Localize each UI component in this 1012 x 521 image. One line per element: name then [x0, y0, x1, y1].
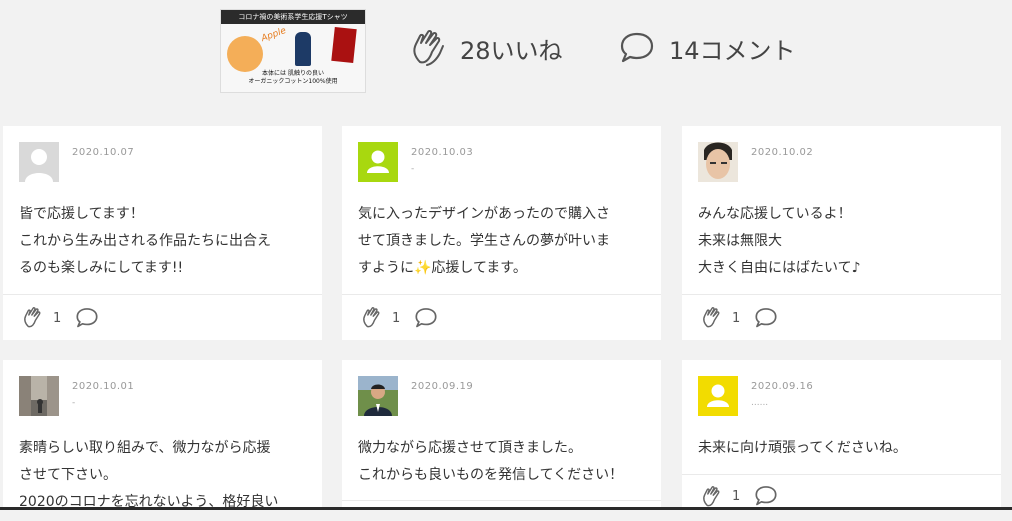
avatar[interactable] [19, 142, 59, 182]
comment-text: 未来に向け頑張ってくださいね。 [698, 435, 988, 462]
comment-card: 2020.10.01 - 素晴らしい取り組みで、微力ながら応援 させて下さい。 … [3, 360, 322, 510]
thumbnail-red-card [331, 26, 357, 64]
comment-date: 2020.10.03 [411, 147, 474, 158]
comment-line: 2020のコロナを忘れないよう、格好良い [19, 494, 279, 510]
comment-date: 2020.10.07 [72, 147, 135, 158]
comments-stat[interactable]: 14コメント [619, 28, 796, 68]
comment-line: 大きく自由にはばたいて♪ [698, 260, 861, 276]
thumbnail-figure [295, 32, 311, 66]
comment-text: 微力ながら応援させて頂きました。 これからも良いものを発信してください！ [358, 435, 648, 489]
comment-text: 気に入ったデザインがあったので購入さ せて頂きました。学生さんの夢が叶いま すよ… [358, 201, 648, 282]
clap-icon[interactable] [700, 485, 724, 509]
thumbnail-footer-line2: オーガニックコットン100%使用 [248, 78, 338, 85]
like-count: 1 [732, 310, 741, 326]
card-actions: 1 [682, 294, 1001, 341]
clap-icon[interactable] [21, 306, 45, 330]
comment-line: 素晴らしい取り組みで、微力ながら応援 [19, 440, 271, 456]
comment-date: 2020.10.02 [751, 147, 814, 158]
thumbnail-brand: Apple [260, 25, 288, 45]
commenter-name[interactable]: - [72, 398, 75, 408]
card-actions: 1 [342, 294, 661, 341]
likes-stat[interactable]: 28いいね [410, 28, 563, 68]
comment-card: 2020.09.19 微力ながら応援させて頂きました。 これからも良いものを発信… [342, 360, 661, 510]
comment-line: 微力ながら応援させて頂きました。 [358, 440, 582, 456]
project-thumbnail[interactable]: コロナ禍の美術系学生応援Tシャツ Apple 本体には 肌触りの良い オーガニッ… [220, 9, 366, 93]
like-count: 1 [392, 310, 401, 326]
comment-line: るのも楽しみにしてます!! [19, 260, 184, 276]
comment-card: 2020.09.16 ...... 未来に向け頑張ってくださいね。 1 [682, 360, 1001, 510]
comment-line: 未来は無限大 [698, 233, 782, 249]
comment-text: みんな応援しているよ！ 未来は無限大 大きく自由にはばたいて♪ [698, 201, 988, 282]
thumbnail-footer: 本体には 肌触りの良い オーガニックコットン100%使用 [221, 70, 365, 86]
thumbnail-footer-line1: 本体には 肌触りの良い [262, 70, 324, 77]
comment-card: 2020.10.07 皆で応援してます！ これから生み出される作品たちに出合え … [3, 126, 322, 340]
comment-text: 皆で応援してます！ これから生み出される作品たちに出合え るのも楽しみにしてます… [19, 201, 309, 282]
comment-date: 2020.09.16 [751, 381, 814, 392]
comment-line: すように✨応援してます。 [358, 260, 527, 276]
speech-bubble-icon[interactable] [414, 307, 438, 329]
thumbnail-orange-shape [227, 36, 263, 72]
like-count: 1 [732, 489, 741, 504]
comment-line: 皆で応援してます！ [19, 206, 144, 222]
comment-line: せて頂きました。学生さんの夢が叶いま [358, 233, 610, 249]
avatar[interactable] [698, 142, 738, 182]
commenter-name[interactable]: ...... [751, 398, 768, 408]
speech-bubble-icon[interactable] [754, 307, 778, 329]
avatar[interactable] [358, 376, 398, 416]
clap-icon[interactable] [360, 306, 384, 330]
thumbnail-title: コロナ禍の美術系学生応援Tシャツ [221, 10, 365, 24]
comment-line: これから生み出される作品たちに出合え [19, 233, 271, 249]
speech-bubble-icon[interactable] [754, 485, 778, 507]
comment-line: 気に入ったデザインがあったので購入さ [358, 206, 610, 222]
clap-icon [410, 28, 460, 68]
avatar[interactable] [19, 376, 59, 416]
speech-bubble-icon [619, 31, 669, 65]
like-count: 1 [53, 310, 62, 326]
card-actions: 1 [682, 474, 1001, 521]
comment-line: これからも良いものを発信してください！ [358, 467, 624, 483]
comment-line: 未来に向け頑張ってくださいね。 [698, 440, 907, 456]
project-header: コロナ禍の美術系学生応援Tシャツ Apple 本体には 肌触りの良い オーガニッ… [0, 0, 1012, 100]
comment-text: 素晴らしい取り組みで、微力ながら応援 させて下さい。 2020のコロナを忘れない… [19, 435, 309, 516]
likes-count-label: 28いいね [460, 36, 563, 65]
comment-card: 2020.10.02 みんな応援しているよ！ 未来は無限大 大きく自由にはばたい… [682, 126, 1001, 340]
comment-card: 2020.10.03 - 気に入ったデザインがあったので購入さ せて頂きました。… [342, 126, 661, 340]
clap-icon[interactable] [700, 306, 724, 330]
comment-line: みんな応援しているよ！ [698, 206, 852, 222]
comments-count-label: 14コメント [669, 36, 796, 65]
avatar[interactable] [698, 376, 738, 416]
comment-date: 2020.10.01 [72, 381, 135, 392]
comment-line: させて下さい。 [19, 467, 117, 483]
avatar[interactable] [358, 142, 398, 182]
comment-date: 2020.09.19 [411, 381, 474, 392]
card-actions: 1 [3, 294, 322, 341]
commenter-name[interactable]: - [411, 164, 414, 174]
speech-bubble-icon[interactable] [75, 307, 99, 329]
